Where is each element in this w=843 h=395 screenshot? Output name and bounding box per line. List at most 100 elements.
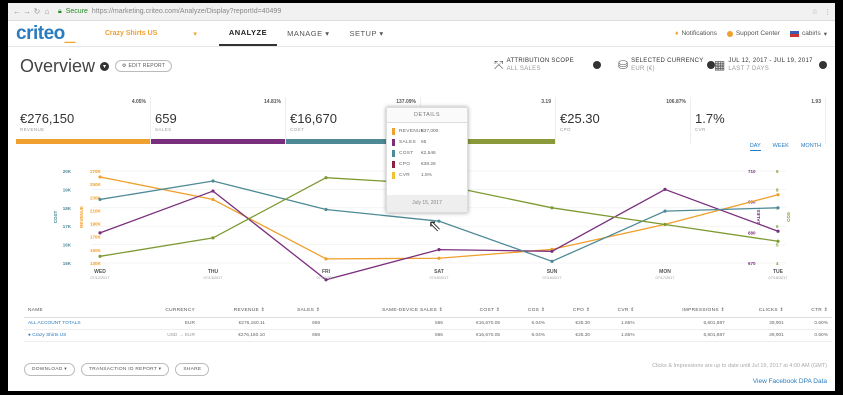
data-point bbox=[550, 249, 554, 253]
tab-analyze[interactable]: ANALYZE bbox=[218, 21, 278, 46]
tab-manage[interactable]: MANAGE ▾ bbox=[277, 21, 339, 46]
calendar-icon: ▦ bbox=[714, 58, 726, 72]
attribution-value: ALL SALES bbox=[506, 66, 541, 72]
main-nav: ANALYZE MANAGE ▾ SETUP ▾ bbox=[218, 21, 394, 46]
star-icon[interactable]: ☆ bbox=[812, 8, 818, 16]
kpi-change: 1.93 bbox=[811, 99, 821, 105]
data-point bbox=[776, 229, 780, 233]
mouse-pointer-icon: ⇖ bbox=[428, 218, 442, 235]
table-cell: 0.60% bbox=[787, 317, 832, 330]
axis-title: COST bbox=[53, 211, 58, 224]
swatch bbox=[392, 150, 395, 157]
secure-label: Secure bbox=[65, 8, 88, 15]
column-header[interactable]: COS ⇕ bbox=[504, 305, 550, 318]
column-header[interactable]: COST ⇕ bbox=[446, 305, 505, 318]
axis-tick-label: 4 bbox=[776, 261, 779, 266]
tooltip-row-cpo: CPO €38.26 bbox=[387, 159, 467, 170]
kpi-cvr[interactable]: 1.7% CVR 1.93 bbox=[691, 97, 826, 144]
data-point bbox=[211, 179, 215, 183]
axis-tick-label: 17K bbox=[63, 224, 72, 229]
chevron-circle-icon[interactable]: ▾ bbox=[100, 61, 110, 71]
axis-tick-label: 8 bbox=[776, 187, 779, 192]
tab-setup[interactable]: SETUP ▾ bbox=[339, 21, 393, 46]
data-point bbox=[663, 187, 667, 191]
share-button[interactable]: SHARE bbox=[175, 363, 210, 376]
menu-kebab-icon[interactable]: ⋮ bbox=[824, 8, 831, 16]
kpi-value: 1.7% bbox=[695, 111, 725, 126]
x-tick-label: THU bbox=[208, 269, 219, 275]
user-name: cabirls bbox=[801, 30, 821, 37]
facebook-dpa-link[interactable]: View Facebook DPA Data bbox=[753, 378, 827, 385]
date-range-selector[interactable]: ▦ JUL 12, 2017 - JUL 19, 2017 LAST 7 DAYS bbox=[714, 57, 827, 73]
x-tick-label: SAT bbox=[434, 269, 444, 275]
forward-arrow-icon[interactable]: → bbox=[22, 7, 32, 16]
url-text[interactable]: https://marketing.criteo.com/Analyze/Dis… bbox=[92, 8, 281, 15]
user-menu[interactable]: cabirls ▾ bbox=[789, 30, 827, 38]
column-header[interactable]: CLICKS ⇕ bbox=[728, 305, 788, 318]
overview-bar: Overview ▾ ⚙ EDIT REPORT ⤧ ATTRIBUTION S… bbox=[8, 47, 835, 85]
currency-icon: ⛁ bbox=[618, 58, 629, 72]
report-actions: DOWNLOAD ▾ TRANSACTION ID REPORT ▾ SHARE bbox=[24, 363, 210, 376]
column-header[interactable]: SALES ⇕ bbox=[268, 305, 325, 318]
chart-tooltip: DETAILS REVENUE €37,000 SALES 65 COST €2,54… bbox=[386, 107, 468, 213]
chevron-down-icon: ▾ bbox=[823, 30, 827, 38]
kpi-sales[interactable]: 659 SALES 14.81% bbox=[151, 97, 286, 144]
table-cell: €276,150.10 bbox=[198, 329, 269, 342]
data-freshness-note: Clicks & Impressions are up to date unti… bbox=[652, 363, 827, 369]
data-point bbox=[324, 207, 328, 212]
download-button[interactable]: DOWNLOAD ▾ bbox=[24, 363, 75, 376]
criteo-logo[interactable]: criteo_ bbox=[16, 23, 75, 45]
table-cell: 0.60% bbox=[787, 329, 832, 342]
tab-month[interactable]: MONTH bbox=[801, 143, 821, 151]
us-flag-icon bbox=[789, 30, 799, 37]
data-point bbox=[211, 236, 215, 240]
page-title: Overview bbox=[20, 55, 96, 76]
tooltip-row-cost: COST €2,546 bbox=[387, 148, 467, 159]
kpi-change: 3.19 bbox=[541, 99, 551, 105]
reload-icon[interactable]: ↻ bbox=[32, 7, 42, 16]
kpi-change: 106.87% bbox=[666, 99, 686, 105]
help-icon bbox=[726, 30, 733, 37]
attribution-scope-selector[interactable]: ⤧ ATTRIBUTION SCOPE ALL SALES bbox=[494, 57, 601, 73]
advertiser-selector[interactable]: Crazy Shirts US ▾ bbox=[105, 30, 197, 38]
table-row[interactable]: ● Crazy Shirts US USD → EUR €276,150.10 659… bbox=[24, 329, 832, 342]
tab-day[interactable]: DAY bbox=[749, 143, 761, 151]
notifications-link[interactable]: ♦ Notifications bbox=[675, 30, 717, 37]
column-header[interactable]: REVENUE ⇕ bbox=[198, 305, 269, 318]
back-arrow-icon[interactable]: ← bbox=[12, 7, 22, 16]
table-row-totals: ALL ACCOUNT TOTALS EUR €276,150.11 659 566 €1… bbox=[24, 317, 832, 330]
table-cell: USD → EUR bbox=[131, 329, 199, 342]
column-header[interactable]: CTR ⇕ bbox=[787, 305, 832, 318]
table-cell: 1.65% bbox=[594, 317, 639, 330]
x-tick-date: 07/18/2017 bbox=[768, 276, 787, 280]
transaction-id-report-button[interactable]: TRANSACTION ID REPORT ▾ bbox=[81, 363, 170, 376]
column-header[interactable]: IMPRESSIONS ⇕ bbox=[638, 305, 729, 318]
address-bar[interactable]: 🔒︎ Secure https://marketing.criteo.com/A… bbox=[58, 8, 281, 16]
currency-selector[interactable]: ⛁ SELECTED CURRENCY EUR (€) bbox=[618, 57, 715, 73]
x-tick-date: 07/15/2017 bbox=[429, 276, 448, 280]
table-cell: 566 bbox=[324, 329, 447, 342]
axis-tick-label: 6 bbox=[776, 224, 779, 229]
swatch bbox=[392, 128, 395, 135]
column-header[interactable]: CPO ⇕ bbox=[549, 305, 595, 318]
kpi-value: 659 bbox=[155, 111, 177, 126]
table-cell: 6.04% bbox=[504, 329, 550, 342]
axis-tick-label: 16K bbox=[63, 243, 72, 248]
date-range-value: LAST 7 DAYS bbox=[728, 66, 770, 72]
tooltip-date: July 15, 2017 bbox=[387, 195, 467, 212]
attribution-title: ATTRIBUTION SCOPE bbox=[506, 58, 574, 64]
axis-tick-label: 18K bbox=[63, 206, 72, 211]
edit-report-button[interactable]: ⚙ EDIT REPORT bbox=[115, 60, 173, 72]
kpi-cpo[interactable]: €25.30 CPO 106.87% bbox=[556, 97, 691, 144]
table-cell: €16,670.05 bbox=[446, 317, 505, 330]
column-header[interactable]: CVR ⇕ bbox=[594, 305, 639, 318]
kpi-revenue[interactable]: €276,150 REVENUE 4.05% bbox=[16, 97, 151, 144]
tab-week[interactable]: WEEK bbox=[773, 143, 789, 151]
data-point bbox=[324, 257, 328, 261]
data-point bbox=[550, 206, 554, 210]
table-cell[interactable]: ● Crazy Shirts US bbox=[24, 329, 132, 342]
x-tick-label: SUN bbox=[547, 269, 558, 275]
support-center-link[interactable]: Support Center bbox=[726, 30, 780, 37]
column-header[interactable]: SAME-DEVICE SALES ⇕ bbox=[324, 305, 447, 318]
home-icon[interactable]: ⌂ bbox=[42, 7, 52, 16]
